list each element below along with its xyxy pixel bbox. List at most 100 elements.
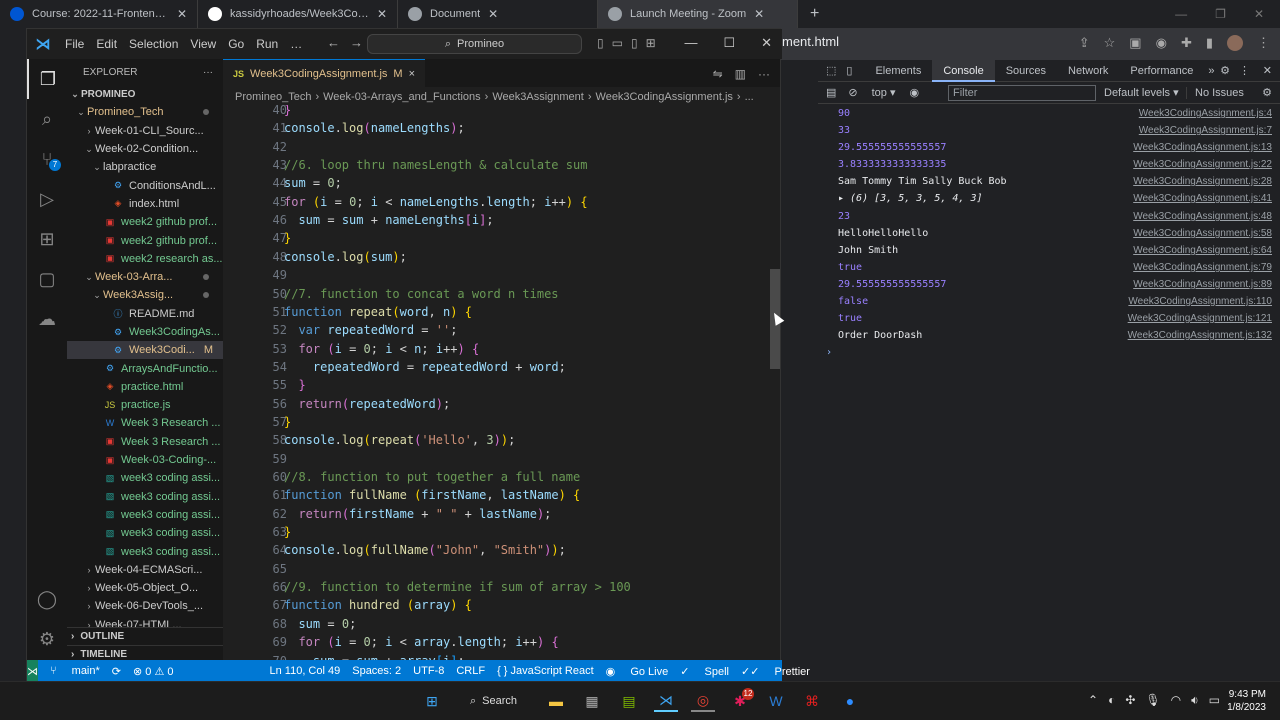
devtools-tab-performance[interactable]: Performance — [1119, 60, 1204, 82]
spell-button[interactable]: ✓ Spell — [680, 665, 729, 678]
address-bar-text[interactable]: ment.html — [782, 34, 839, 49]
console-source-link[interactable]: Week3CodingAssignment.js:13 — [1133, 142, 1272, 153]
profile-avatar[interactable] — [1227, 35, 1243, 51]
console-source-link[interactable]: Week3CodingAssignment.js:64 — [1133, 245, 1272, 256]
tree-file[interactable]: ⚙ ConditionsAndL... — [67, 176, 223, 194]
menu-item[interactable]: Run — [256, 37, 278, 51]
maximize-icon[interactable]: ❐ — [1215, 7, 1226, 21]
sidebar-toggle-icon[interactable]: ▤ — [826, 86, 836, 99]
tree-file[interactable]: ⚙ ArraysAndFunctio... — [67, 359, 223, 377]
console-value[interactable]: ▸ (6) [3, 5, 3, 5, 4, 3] — [838, 193, 983, 204]
tree-folder[interactable]: › Week-01-CLI_Sourc... — [67, 122, 223, 140]
compare-changes-icon[interactable]: ⇋ — [713, 67, 723, 81]
tray-app-icon[interactable]: ◐ — [1108, 693, 1115, 708]
tree-folder[interactable]: ⌄ labpractice — [67, 158, 223, 176]
tree-file[interactable]: ▧ week3 coding assi... — [67, 506, 223, 524]
more-tabs-icon[interactable]: » — [1208, 65, 1214, 77]
breadcrumb-item[interactable]: Promineo_Tech — [235, 91, 311, 103]
puzzle-icon[interactable]: ✚ — [1181, 35, 1192, 51]
menu-item[interactable]: View — [190, 37, 216, 51]
vscode-taskbar-icon[interactable]: ⋊ — [654, 690, 678, 712]
console-source-link[interactable]: Week3CodingAssignment.js:58 — [1133, 228, 1272, 239]
device-toolbar-icon[interactable]: ▯ — [846, 64, 852, 77]
breadcrumb-item[interactable]: ... — [745, 91, 754, 103]
tree-file[interactable]: ▣ Week-03-Coding-... — [67, 451, 223, 469]
tree-folder[interactable]: › Week-04-ECMAScri... — [67, 561, 223, 579]
branch-indicator[interactable]: ⑂ main* — [50, 665, 100, 677]
vscode-minimize-icon[interactable]: — — [684, 35, 697, 51]
tray-app-icon-2[interactable]: ✣ — [1125, 693, 1135, 708]
browser-tab[interactable]: Document ✕ — [398, 0, 598, 28]
tree-file[interactable]: W Week 3 Research ... — [67, 414, 223, 432]
go-live-button[interactable]: ◉ Go Live — [606, 665, 669, 678]
close-tab-icon[interactable]: ✕ — [377, 7, 387, 21]
more-actions-icon[interactable]: ··· — [203, 67, 213, 78]
split-editor-icon[interactable]: ▥ — [735, 67, 746, 81]
tree-file[interactable]: ⓘ README.md — [67, 305, 223, 323]
sync-icon[interactable]: ⟳ — [112, 665, 121, 678]
console-prompt[interactable]: › — [818, 345, 1280, 362]
remote-explorer-icon[interactable]: ▢ — [27, 259, 67, 299]
prettier-button[interactable]: ✓✓ Prettier — [741, 665, 810, 678]
clear-console-icon[interactable]: ⊘ — [848, 86, 857, 99]
sidepanel-icon[interactable]: ▮ — [1206, 35, 1213, 51]
console-source-link[interactable]: Week3CodingAssignment.js:110 — [1128, 296, 1272, 307]
menu-item[interactable]: Go — [228, 37, 244, 51]
toggle-secondary-icon[interactable]: ▯ — [631, 36, 638, 50]
live-expression-eye-icon[interactable]: ◉ — [910, 86, 920, 99]
tree-file[interactable]: JS practice.js — [67, 396, 223, 414]
more-menu-icon[interactable]: ⋮ — [1239, 64, 1250, 77]
taskbar-search-button[interactable]: ⌕ Search — [460, 690, 530, 712]
account-icon[interactable]: ◯ — [27, 579, 67, 619]
notepad-icon[interactable]: ▤ — [617, 690, 641, 712]
tree-folder[interactable]: › Week-05-Object_O... — [67, 579, 223, 597]
console-source-link[interactable]: Week3CodingAssignment.js:7 — [1139, 125, 1272, 136]
taskbar-clock[interactable]: 9:43 PM 1/8/2023 — [1227, 688, 1266, 714]
console-source-link[interactable]: Week3CodingAssignment.js:4 — [1139, 108, 1272, 119]
new-tab-button[interactable]: + — [810, 5, 819, 23]
console-source-link[interactable]: Week3CodingAssignment.js:28 — [1133, 176, 1272, 187]
source-control-icon[interactable]: ⑂ 7 — [27, 139, 67, 179]
close-icon[interactable]: ✕ — [1254, 7, 1264, 21]
settings-gear-icon[interactable]: ⚙ — [1220, 64, 1230, 77]
acrobat-icon[interactable]: ⌘ — [800, 690, 824, 712]
microphone-icon[interactable]: 🎙︎ — [1145, 693, 1160, 708]
more-menu-icon[interactable]: ⋮ — [1257, 35, 1270, 51]
context-selector[interactable]: top ▾ — [872, 86, 896, 99]
chrome-taskbar-icon[interactable]: ◎ — [691, 690, 715, 712]
search-icon[interactable]: ⌕ — [27, 99, 67, 139]
log-levels-dropdown[interactable]: Default levels ▾ — [1104, 86, 1179, 99]
close-icon[interactable]: ✕ — [1263, 64, 1272, 77]
breadcrumb-item[interactable]: Week3CodingAssignment.js — [596, 91, 733, 103]
breadcrumb-item[interactable]: Week-03-Arrays_and_Functions — [323, 91, 481, 103]
language-mode[interactable]: { } JavaScript React — [497, 665, 594, 677]
vscode-maximize-icon[interactable]: ☐ — [723, 35, 735, 51]
tree-folder[interactable]: ⌄ Promineo_Tech — [67, 103, 223, 121]
more-actions-icon[interactable]: ··· — [758, 67, 770, 81]
calculator-icon[interactable]: ▦ — [580, 690, 604, 712]
slack-icon[interactable]: ✱ 12 — [728, 688, 754, 712]
tree-folder[interactable]: ⌄ Week-02-Condition... — [67, 140, 223, 158]
close-tab-icon[interactable]: × — [409, 68, 415, 80]
console-source-link[interactable]: Week3CodingAssignment.js:79 — [1133, 262, 1272, 273]
settings-gear-icon[interactable]: ⚙ — [27, 619, 67, 659]
eol-indicator[interactable]: CRLF — [456, 665, 485, 677]
word-icon[interactable]: W — [764, 690, 788, 712]
devtools-tab-sources[interactable]: Sources — [995, 60, 1057, 82]
tree-file[interactable]: ◈ practice.html — [67, 378, 223, 396]
editor-tab-active[interactable]: JS Week3CodingAssignment.js M × — [223, 59, 425, 87]
close-tab-icon[interactable]: ✕ — [488, 7, 498, 21]
filter-input[interactable]: Filter — [948, 85, 1096, 101]
devtools-tab-console[interactable]: Console — [932, 59, 995, 82]
encoding-indicator[interactable]: UTF-8 — [413, 665, 444, 677]
customize-layout-icon[interactable]: ⊞ — [646, 36, 656, 50]
command-center[interactable]: ⌕ Promineo — [367, 34, 582, 54]
menu-item[interactable]: … — [290, 37, 302, 51]
tree-file[interactable]: ▧ week3 coding assi... — [67, 524, 223, 542]
outline-section[interactable]: › OUTLINE — [67, 627, 223, 645]
zoom-icon[interactable]: ● — [838, 690, 862, 712]
console-source-link[interactable]: Week3CodingAssignment.js:48 — [1133, 211, 1272, 222]
workspace-root[interactable]: ⌄ PROMINEO — [67, 85, 223, 103]
tree-file[interactable]: ⚙ Week3Codi... M — [67, 341, 223, 360]
extension-icon-2[interactable]: ◉ — [1156, 35, 1167, 51]
